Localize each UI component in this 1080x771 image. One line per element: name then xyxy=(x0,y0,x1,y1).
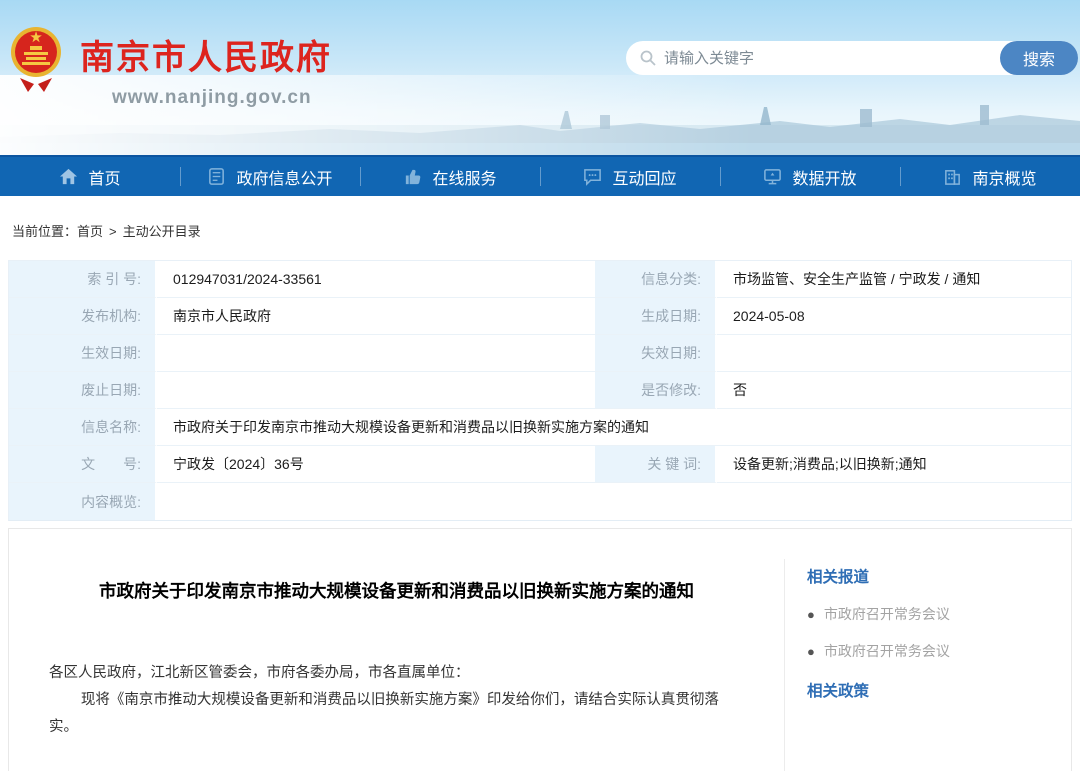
breadcrumb-separator: > xyxy=(109,224,117,239)
nav-item-label: 政府信息公开 xyxy=(236,165,332,189)
article-content-box: 市政府关于印发南京市推动大规模设备更新和消费品以旧换新实施方案的通知 各区人民政… xyxy=(8,528,1072,771)
related-report-label: 市政府召开常务会议 xyxy=(824,641,950,661)
field-value-effective-date xyxy=(157,335,595,372)
nav-item-label: 南京概览 xyxy=(972,165,1036,189)
breadcrumb-prefix: 当前位置： xyxy=(12,224,77,239)
breadcrumb-current-link[interactable]: 主动公开目录 xyxy=(123,224,201,239)
nav-item-info-disclosure[interactable]: 政府信息公开 xyxy=(180,157,360,196)
field-label-keywords: 关 键 词: xyxy=(595,446,717,483)
field-value-content-overview xyxy=(157,483,1071,520)
related-report-label: 市政府召开常务会议 xyxy=(824,604,950,624)
field-label-index-number: 索 引 号: xyxy=(9,261,157,298)
related-policies-heading: 相关政策 xyxy=(807,679,1061,701)
search-bar: 搜索 xyxy=(626,41,1078,75)
site-header: 南京市人民政府 www.nanjing.gov.cn 搜索 xyxy=(0,0,1080,155)
nav-item-label: 互动回应 xyxy=(612,165,676,189)
field-value-index-number: 012947031/2024-33561 xyxy=(157,261,595,298)
article-main: 市政府关于印发南京市推动大规模设备更新和消费品以旧换新实施方案的通知 各区人民政… xyxy=(9,529,784,771)
thumbs-up-icon xyxy=(403,167,422,186)
field-value-is-modified: 否 xyxy=(717,372,1071,409)
bullet-icon: ● xyxy=(807,644,815,659)
nav-item-interaction[interactable]: 互动回应 xyxy=(540,157,720,196)
breadcrumb-home-link[interactable]: 首页 xyxy=(77,224,103,239)
chat-icon xyxy=(583,167,602,186)
nav-item-open-data[interactable]: 数据开放 xyxy=(720,157,900,196)
main-nav: 首页 政府信息公开 在线服务 互动回应 数据开放 xyxy=(0,155,1080,196)
article-paragraph: 各区人民政府，江北新区管委会，市府各委办局，市各直属单位： xyxy=(49,660,744,687)
building-icon xyxy=(943,167,962,186)
field-value-issuing-agency: 南京市人民政府 xyxy=(157,298,595,335)
monitor-icon xyxy=(763,167,782,186)
nav-item-nanjing-overview[interactable]: 南京概览 xyxy=(900,157,1080,196)
field-value-abolition-date xyxy=(157,372,595,409)
field-label-expiry-date: 失效日期: xyxy=(595,335,717,372)
field-value-info-name: 市政府关于印发南京市推动大规模设备更新和消费品以旧换新实施方案的通知 xyxy=(157,409,1071,446)
field-label-effective-date: 生效日期: xyxy=(9,335,157,372)
field-value-creation-date: 2024-05-08 xyxy=(717,298,1071,335)
breadcrumb: 当前位置：首页 > 主动公开目录 xyxy=(0,196,1080,260)
nav-item-label: 首页 xyxy=(88,165,120,189)
field-label-is-modified: 是否修改: xyxy=(595,372,717,409)
related-reports-heading: 相关报道 xyxy=(807,565,1061,587)
field-label-content-overview: 内容概览: xyxy=(9,483,157,520)
related-report-link[interactable]: ● 市政府召开常务会议 xyxy=(807,604,1061,624)
field-label-document-number: 文 号: xyxy=(9,446,157,483)
nav-item-home[interactable]: 首页 xyxy=(0,157,180,196)
site-url: www.nanjing.gov.cn xyxy=(112,87,332,109)
article-body: 各区人民政府，江北新区管委会，市府各委办局，市各直属单位： 现将《南京市推动大规… xyxy=(37,660,756,741)
document-icon xyxy=(207,167,226,186)
article-paragraph: 现将《南京市推动大规模设备更新和消费品以旧换新实施方案》印发给你们，请结合实际认… xyxy=(49,687,744,741)
field-value-info-category: 市场监管、安全生产监管 / 宁政发 / 通知 xyxy=(717,261,1071,298)
field-value-keywords: 设备更新;消费品;以旧换新;通知 xyxy=(717,446,1071,483)
field-value-expiry-date xyxy=(717,335,1071,372)
related-sidebar: 相关报道 ● 市政府召开常务会议 ● 市政府召开常务会议 相关政策 xyxy=(784,529,1071,771)
national-emblem-logo xyxy=(10,22,62,94)
article-title: 市政府关于印发南京市推动大规模设备更新和消费品以旧换新实施方案的通知 xyxy=(72,573,722,610)
field-label-issuing-agency: 发布机构: xyxy=(9,298,157,335)
site-title: 南京市人民政府 xyxy=(80,30,332,79)
field-label-abolition-date: 废止日期: xyxy=(9,372,157,409)
nav-item-online-services[interactable]: 在线服务 xyxy=(360,157,540,196)
document-metadata-table: 索 引 号: 012947031/2024-33561 信息分类: 市场监管、安… xyxy=(8,260,1072,521)
search-icon xyxy=(640,50,656,66)
search-button[interactable]: 搜索 xyxy=(1000,41,1078,75)
nav-item-label: 数据开放 xyxy=(792,165,856,189)
home-icon xyxy=(59,167,78,186)
site-brand[interactable]: 南京市人民政府 www.nanjing.gov.cn xyxy=(10,22,332,109)
related-reports-list: ● 市政府召开常务会议 ● 市政府召开常务会议 xyxy=(807,604,1061,661)
nav-item-label: 在线服务 xyxy=(432,165,496,189)
field-label-creation-date: 生成日期: xyxy=(595,298,717,335)
related-report-link[interactable]: ● 市政府召开常务会议 xyxy=(807,641,1061,661)
field-label-info-category: 信息分类: xyxy=(595,261,717,298)
field-value-document-number: 宁政发〔2024〕36号 xyxy=(157,446,595,483)
search-input[interactable] xyxy=(664,43,1000,73)
bullet-icon: ● xyxy=(807,607,815,622)
field-label-info-name: 信息名称: xyxy=(9,409,157,446)
